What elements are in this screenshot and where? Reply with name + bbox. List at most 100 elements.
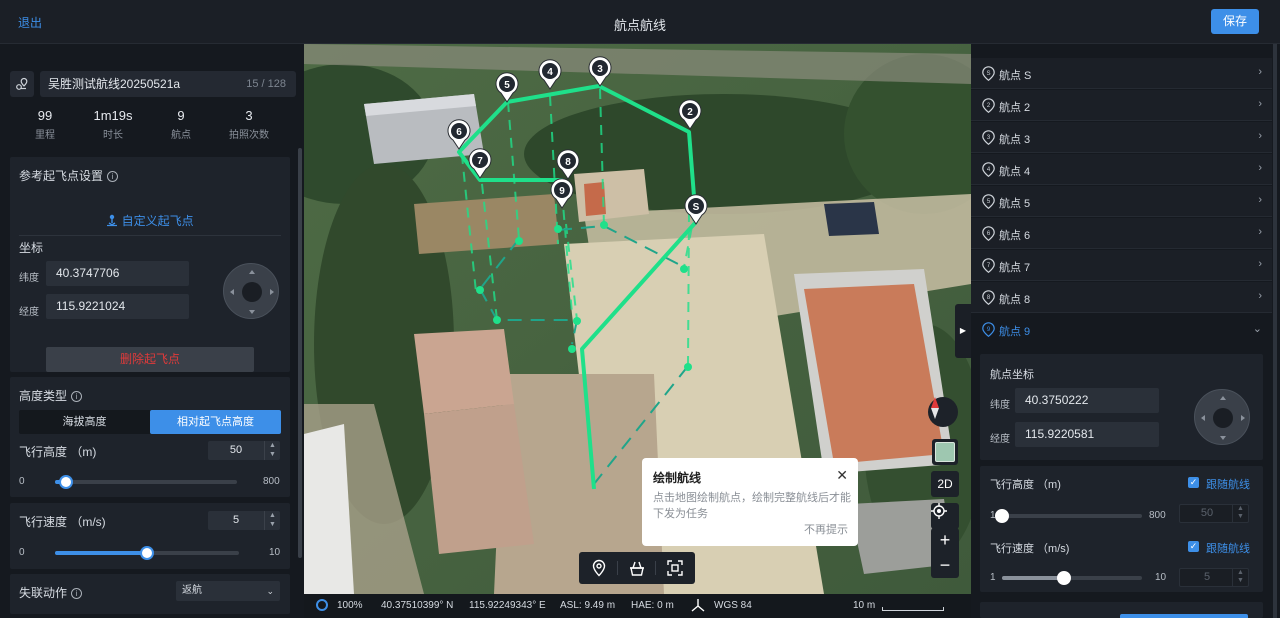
waypoint-pin-icon[interactable] <box>590 559 608 577</box>
waypoint-pin-icon: 2 <box>982 98 995 113</box>
takeoff-card: 参考起飞点设置 i 自定义起飞点 坐标 纬度 40.3747706 经度 115.… <box>10 157 290 372</box>
map-view[interactable]: S23456789 2D + − 绘制航线 ✕ 点击地图绘制航点，绘制完整航线后… <box>304 44 971 594</box>
info-icon[interactable]: i <box>71 588 83 599</box>
delete-takeoff-button[interactable]: 删除起飞点 <box>46 347 254 372</box>
add-action-button[interactable] <box>1120 614 1248 618</box>
stat-value: 3 <box>245 108 253 123</box>
slider-thumb[interactable] <box>140 546 154 560</box>
stat-distance: 99 里程 <box>15 108 75 141</box>
wp-lat-input[interactable]: 40.3750222 <box>1015 388 1159 413</box>
waypoint-item[interactable]: S 航点 S › <box>971 58 1272 89</box>
takeoff-icon <box>107 214 118 227</box>
lng-input[interactable]: 115.9221024 <box>46 294 189 319</box>
speed-follow-checkbox[interactable]: ✓ <box>1188 541 1199 552</box>
stat-value: 9 <box>177 108 185 123</box>
slider-thumb[interactable] <box>995 509 1009 523</box>
waypoint-item[interactable]: 8 航点 8 › <box>971 282 1272 313</box>
info-icon[interactable]: i <box>107 171 119 182</box>
route-name-input[interactable]: 吴胜测试航线20250521a 15 / 128 <box>40 71 296 97</box>
height-follow-checkbox[interactable]: ✓ <box>1188 477 1199 488</box>
svg-text:9: 9 <box>987 327 991 333</box>
zoom-level: 100% <box>337 600 363 611</box>
flight-speed-min: 0 <box>19 547 25 558</box>
stat-label: 拍照次数 <box>229 130 269 141</box>
chevron-right-icon: › <box>1258 258 1262 270</box>
stepper-buttons: ▲ ▼ <box>264 511 280 530</box>
zoom-control: + − <box>931 528 959 578</box>
waypoint-item[interactable]: 5 航点 5 › <box>971 186 1272 217</box>
divider <box>617 561 618 575</box>
slider-thumb[interactable] <box>1057 571 1071 585</box>
map-layer-button[interactable] <box>932 439 958 465</box>
chevron-down-icon: ▼ <box>1237 577 1244 584</box>
page-title: 航点航线 <box>613 18 666 33</box>
flight-speed-stepper[interactable]: 5 ▲ ▼ <box>208 511 280 530</box>
waypoint-pin-icon: 9 <box>982 322 995 337</box>
exit-button[interactable]: 退出 <box>18 14 42 31</box>
waypoint-item[interactable]: 4 航点 4 › <box>971 154 1272 185</box>
custom-takeoff-button[interactable]: 自定义起飞点 <box>10 212 290 229</box>
speed-follow-label[interactable]: 跟随航线 <box>1206 540 1250 556</box>
close-icon[interactable]: ✕ <box>836 467 848 484</box>
waypoint-pin-icon: 6 <box>982 226 995 241</box>
save-button[interactable]: 保存 <box>1211 9 1259 34</box>
zoom-out-button[interactable]: − <box>940 553 951 578</box>
flight-height-stepper[interactable]: 50 ▲ ▼ <box>208 441 280 460</box>
chevron-down-icon[interactable]: ▼ <box>265 520 280 529</box>
waypoint-item[interactable]: 3 航点 3 › <box>971 122 1272 153</box>
stat-value: 99 <box>37 108 53 123</box>
custom-takeoff-label: 自定义起飞点 <box>121 214 194 228</box>
locate-icon[interactable] <box>931 503 959 529</box>
cursor-latitude: 40.37510399° N <box>381 600 454 611</box>
zoom-in-button[interactable]: + <box>940 528 951 553</box>
chevron-up-icon[interactable]: ▲ <box>265 511 280 520</box>
map-draw-toolbar <box>579 552 695 584</box>
slider-thumb[interactable] <box>59 475 73 489</box>
waypoint-pin-icon: 3 <box>982 130 995 145</box>
altitude-option-relative[interactable]: 相对起飞点高度 <box>150 410 281 434</box>
mode-2d-button[interactable]: 2D <box>931 471 959 497</box>
waypoint-item-label: 航点 9 <box>999 326 1031 338</box>
chevron-up-icon[interactable]: ▲ <box>265 441 280 450</box>
wp-lng-input[interactable]: 115.9220581 <box>1015 422 1159 447</box>
wp-height-slider[interactable] <box>995 509 1142 523</box>
layer-thumbnail-icon <box>935 442 955 462</box>
joystick-arrows-icon <box>1201 396 1245 440</box>
waypoint-item[interactable]: 6 航点 6 › <box>971 218 1272 249</box>
route-icon[interactable] <box>10 71 34 97</box>
left-scrollbar[interactable] <box>298 148 302 558</box>
svg-text:3: 3 <box>987 135 991 141</box>
position-joystick[interactable] <box>223 263 279 319</box>
wp-position-joystick[interactable] <box>1194 389 1250 445</box>
chevron-down-icon: ⌄ <box>1252 323 1262 335</box>
lat-input[interactable]: 40.3747706 <box>46 261 189 286</box>
wp-speed-slider[interactable] <box>1002 571 1142 585</box>
svg-text:5: 5 <box>987 199 991 205</box>
flight-speed-label: 飞行速度 （m/s) <box>19 515 106 529</box>
collapse-panel-button[interactable]: ▶ <box>955 304 971 358</box>
eraser-icon[interactable] <box>628 559 646 577</box>
lost-action-title: 失联动作 i <box>19 584 83 601</box>
compass-icon[interactable] <box>928 397 958 427</box>
right-scrollbar[interactable] <box>1273 44 1277 618</box>
capture-area-icon[interactable] <box>666 559 684 577</box>
chevron-right-icon: › <box>1258 130 1262 142</box>
satellite-map <box>304 44 971 594</box>
altitude-option-msl[interactable]: 海拔高度 <box>19 410 150 434</box>
chevron-down-icon[interactable]: ▼ <box>265 450 280 459</box>
flight-speed-slider[interactable] <box>55 546 239 560</box>
waypoint-item[interactable]: 2 航点 2 › <box>971 90 1272 121</box>
flight-height-slider[interactable] <box>55 475 237 489</box>
waypoint-item-label: 航点 7 <box>999 262 1031 274</box>
wp-speed-min: 1 <box>990 572 996 583</box>
waypoint-item[interactable]: 7 航点 7 › <box>971 250 1272 281</box>
cursor-longitude: 115.92249343° E <box>469 600 546 611</box>
stepper-buttons: ▲ ▼ <box>1232 569 1248 586</box>
waypoint-item[interactable]: 9 航点 9 ⌄ <box>971 314 1272 345</box>
lost-action-select[interactable]: 返航 ⌄ <box>176 581 280 601</box>
info-icon[interactable]: i <box>71 391 83 402</box>
height-follow-label[interactable]: 跟随航线 <box>1206 476 1250 492</box>
tip-description: 点击地图绘制航点，绘制完整航线后才能下发为任务 <box>653 492 851 520</box>
tip-dismiss-link[interactable]: 不再提示 <box>804 521 848 537</box>
stat-label: 航点 <box>171 130 191 141</box>
